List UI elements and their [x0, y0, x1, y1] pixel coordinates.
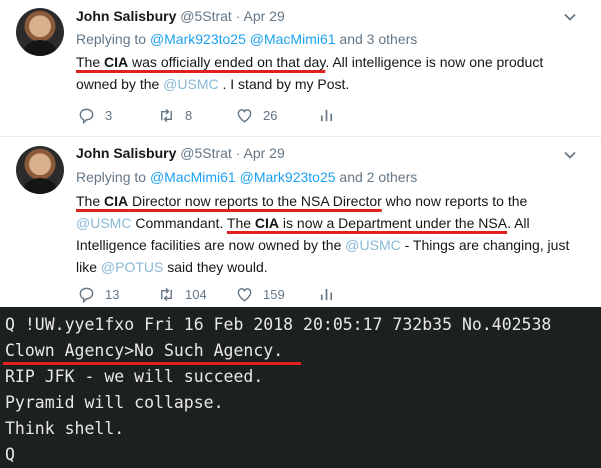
text-segment: is now a Department under the NSA — [279, 215, 508, 231]
mention-link[interactable]: @USMC — [76, 215, 131, 231]
analytics-action[interactable] — [318, 285, 345, 303]
retweet-count: 8 — [185, 107, 193, 123]
mention-link[interactable]: @USMC — [345, 237, 400, 253]
replying-to: Replying to @MacMimi61 @Mark923to25 and … — [76, 169, 417, 185]
reply-handle[interactable]: @MacMimi61 — [250, 31, 336, 47]
text-segment: CIA — [104, 54, 129, 70]
tweet-1[interactable]: John Salisbury @5Strat · Apr 29 Replying… — [0, 0, 601, 136]
author-handle[interactable]: @5Strat — [180, 145, 232, 161]
text-segment: Commandant. — [131, 215, 227, 231]
retweet-action[interactable]: 8 — [158, 106, 192, 124]
replying-others[interactable]: and 3 others — [336, 31, 417, 47]
author-name[interactable]: John Salisbury — [76, 145, 176, 161]
separator: · — [231, 8, 244, 24]
post-line: Q — [5, 445, 15, 464]
post-line: Think shell. — [5, 419, 125, 438]
replying-to: Replying to @Mark923to25 @MacMimi61 and … — [76, 31, 417, 47]
mention-link[interactable]: @POTUS — [101, 259, 163, 275]
avatar[interactable] — [16, 146, 64, 194]
text-segment: said they would. — [163, 259, 268, 275]
reply-handle[interactable]: @Mark923to25 — [240, 169, 336, 185]
like-action[interactable]: 26 — [236, 106, 277, 124]
text-segment: The — [76, 193, 105, 209]
text-segment: CIA — [104, 193, 129, 209]
reply-icon — [79, 108, 94, 124]
text-segment: CIA — [254, 215, 280, 231]
text-segment: . I stand by my Post. — [218, 76, 350, 92]
tweet-header: John Salisbury @5Strat · Apr 29 — [76, 8, 285, 24]
replying-prefix: Replying to — [76, 31, 150, 47]
reply-action[interactable]: 3 — [78, 106, 112, 124]
tweet-text: The CIA Director now reports to the NSA … — [76, 190, 581, 278]
like-action[interactable]: 159 — [236, 285, 285, 303]
author-handle[interactable]: @5Strat — [180, 8, 232, 24]
text-segment: Director now reports to the NSA Director — [128, 193, 382, 209]
reply-icon — [79, 287, 94, 303]
text-segment: The — [226, 215, 255, 231]
heart-icon — [237, 108, 252, 122]
chevron-down-icon[interactable] — [563, 10, 577, 24]
tweet-text: The CIA was officially ended on that day… — [76, 51, 581, 95]
author-name[interactable]: John Salisbury — [76, 8, 176, 24]
chan-post: Q !UW.yye1fxo Fri 16 Feb 2018 20:05:17 7… — [0, 307, 601, 468]
reply-handle[interactable]: @MacMimi61 — [150, 169, 236, 185]
mention-link[interactable]: @USMC — [163, 76, 218, 92]
reply-action[interactable]: 13 — [78, 285, 119, 303]
post-line: Clown Agency>No Such Agency. — [5, 341, 284, 360]
replying-others[interactable]: and 2 others — [336, 169, 417, 185]
like-count: 26 — [263, 107, 278, 123]
reply-count: 3 — [105, 107, 113, 123]
heart-icon — [237, 287, 252, 301]
tweet-2[interactable]: John Salisbury @5Strat · Apr 29 Replying… — [0, 136, 601, 307]
avatar[interactable] — [16, 8, 64, 56]
tweet-date[interactable]: Apr 29 — [244, 8, 285, 24]
text-segment: was officially ended on that day — [128, 54, 326, 70]
analytics-action[interactable] — [318, 106, 345, 124]
replying-prefix: Replying to — [76, 169, 150, 185]
reply-handle[interactable]: @Mark923to25 — [150, 31, 246, 47]
retweet-icon — [161, 287, 172, 301]
like-count: 159 — [263, 286, 285, 302]
retweet-count: 104 — [185, 286, 207, 302]
analytics-icon — [320, 109, 333, 121]
retweet-action[interactable]: 104 — [158, 285, 207, 303]
post-line: Pyramid will collapse. — [5, 393, 224, 412]
post-line: RIP JFK - we will succeed. — [5, 367, 264, 386]
reply-count: 13 — [105, 286, 120, 302]
analytics-icon — [320, 288, 333, 300]
chevron-down-icon[interactable] — [563, 148, 577, 162]
post-header: Q !UW.yye1fxo Fri 16 Feb 2018 20:05:17 7… — [5, 315, 552, 334]
tweet-date[interactable]: Apr 29 — [244, 145, 285, 161]
text-segment: who now reports to the — [381, 193, 528, 209]
separator: · — [231, 145, 244, 161]
retweet-icon — [161, 108, 172, 122]
tweet-header: John Salisbury @5Strat · Apr 29 — [76, 145, 285, 161]
text-segment: The — [76, 54, 105, 70]
